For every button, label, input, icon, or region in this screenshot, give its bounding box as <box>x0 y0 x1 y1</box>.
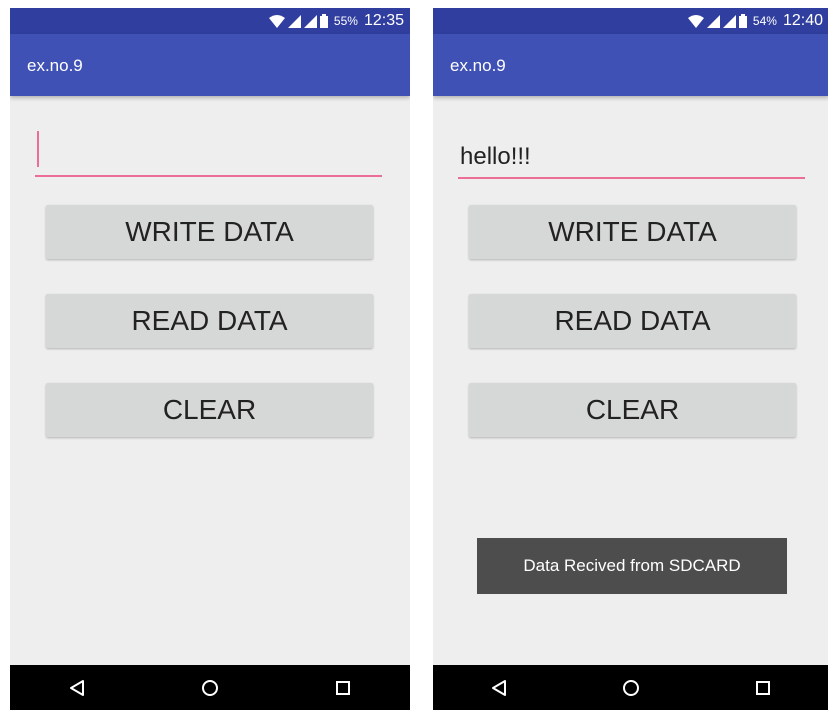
toast-message: Data Recived from SDCARD <box>477 538 787 594</box>
text-cursor <box>37 131 39 167</box>
signal-icon <box>706 14 720 28</box>
status-bar: 54% 12:40 <box>433 8 828 34</box>
battery-icon <box>319 14 328 28</box>
status-icons <box>687 14 747 28</box>
phone-screen-left: 55% 12:35 ex.no.9 WRITE DATA READ DATA C… <box>10 8 410 710</box>
text-input-field[interactable]: hello!!! <box>458 133 805 179</box>
status-time: 12:40 <box>782 12 823 29</box>
wifi-icon <box>268 14 285 28</box>
phone-screen-right: 54% 12:40 ex.no.9 hello!!! WRITE DATA RE… <box>433 8 828 710</box>
nav-recents-button[interactable] <box>743 668 783 708</box>
recents-icon <box>756 680 770 695</box>
text-input-field[interactable] <box>35 127 382 177</box>
app-title: ex.no.9 <box>450 56 506 75</box>
app-bar: ex.no.9 <box>433 34 828 96</box>
battery-percentage: 55% <box>333 14 358 28</box>
home-icon <box>623 679 639 696</box>
battery-percentage: 54% <box>752 14 777 28</box>
nav-home-button[interactable] <box>190 668 230 708</box>
wifi-icon <box>687 14 704 28</box>
input-value: hello!!! <box>460 143 531 170</box>
app-title: ex.no.9 <box>27 56 83 75</box>
navigation-bar <box>433 665 828 710</box>
back-icon <box>69 679 84 696</box>
signal-icon <box>722 14 736 28</box>
clear-button[interactable]: CLEAR <box>469 383 796 437</box>
signal-icon <box>303 14 317 28</box>
status-bar: 55% 12:35 <box>10 8 410 34</box>
status-icons <box>268 14 328 28</box>
nav-back-button[interactable] <box>479 668 519 708</box>
app-bar: ex.no.9 <box>10 34 410 96</box>
status-time: 12:35 <box>363 12 404 29</box>
back-icon <box>492 679 506 696</box>
signal-icon <box>287 14 301 28</box>
battery-icon <box>738 14 747 28</box>
write-data-button[interactable]: WRITE DATA <box>469 205 796 259</box>
read-data-button[interactable]: READ DATA <box>469 294 796 348</box>
clear-button[interactable]: CLEAR <box>46 383 373 437</box>
recents-icon <box>336 680 351 695</box>
navigation-bar <box>10 665 410 710</box>
write-data-button[interactable]: WRITE DATA <box>46 205 373 259</box>
nav-recents-button[interactable] <box>323 668 363 708</box>
nav-back-button[interactable] <box>57 668 97 708</box>
home-icon <box>201 679 218 696</box>
nav-home-button[interactable] <box>611 668 651 708</box>
read-data-button[interactable]: READ DATA <box>46 294 373 348</box>
